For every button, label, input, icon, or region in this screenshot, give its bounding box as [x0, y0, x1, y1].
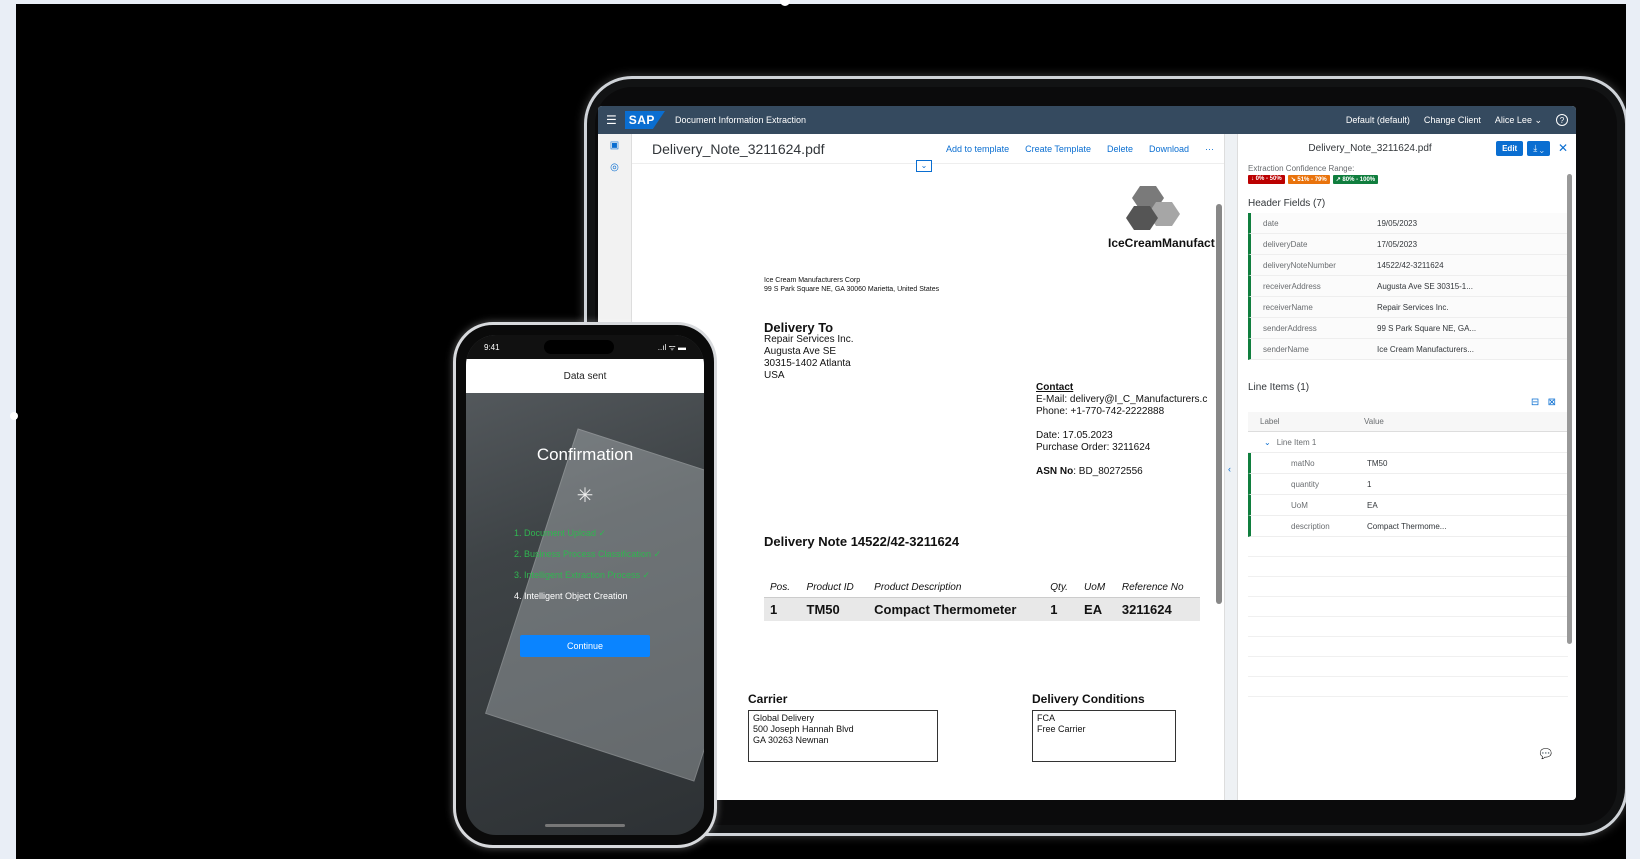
- app-title: Document Information Extraction: [674, 115, 807, 125]
- phone-status-bar: 9:41 ..ıl ᯤ ▬: [466, 335, 704, 359]
- contact-block: Contact E-Mail: delivery@I_C_Manufacture…: [1036, 382, 1208, 417]
- confidence-label: Extraction Confidence Range:: [1248, 164, 1355, 173]
- step-item: 4. Intelligent Object Creation: [514, 591, 628, 601]
- more-actions-button[interactable]: ···: [1205, 144, 1214, 154]
- contact-heading: Contact: [1036, 382, 1074, 393]
- home-indicator: [545, 824, 625, 827]
- process-steps: 1. Document Upload ✓ 2. Business Process…: [514, 523, 661, 607]
- header-field-row[interactable]: receiverName Repair Services Inc.: [1248, 297, 1568, 318]
- add-row-icon[interactable]: ⊟: [1531, 397, 1539, 408]
- sap-logo[interactable]: SAP: [624, 111, 665, 129]
- table-row: 1 TM50 Compact Thermometer 1 EA 3211624: [764, 597, 1200, 621]
- loading-spinner-icon: ✳: [576, 485, 594, 507]
- date-block: Date: 17.05.2023 Purchase Order: 3211624: [1036, 430, 1151, 453]
- pane-splitter[interactable]: ‹: [1224, 134, 1238, 800]
- chevron-left-icon[interactable]: ‹: [1228, 464, 1231, 474]
- details-scrollbar[interactable]: [1567, 174, 1572, 644]
- change-client-link[interactable]: Change Client: [1424, 115, 1481, 125]
- user-menu[interactable]: Alice Lee ⌄: [1495, 115, 1542, 126]
- company-logo: [1126, 186, 1180, 230]
- schemas-nav-icon[interactable]: ◎: [608, 162, 622, 176]
- delivery-note-title: Delivery Note 14522/42-3211624: [764, 534, 960, 549]
- phone-header: Data sent: [466, 359, 704, 393]
- header-field-row[interactable]: deliveryNoteNumber 14522/42-3211624: [1248, 255, 1568, 276]
- confirmation-title: Confirmation: [536, 445, 634, 464]
- delete-link[interactable]: Delete: [1107, 144, 1133, 154]
- header-field-row[interactable]: receiverAddress Augusta Ave SE 30315-1...: [1248, 276, 1568, 297]
- header-field-row[interactable]: date 19/05/2023: [1248, 213, 1568, 234]
- document-file-name: Delivery_Note_3211624.pdf: [652, 140, 825, 157]
- company-name: IceCreamManufact: [1108, 236, 1215, 250]
- asn-number: ASN No: BD_80272556: [1036, 466, 1143, 477]
- download-menu-button[interactable]: ⤓ ⌄: [1527, 140, 1550, 156]
- edit-button[interactable]: Edit: [1496, 140, 1524, 156]
- add-to-template-link[interactable]: Add to template: [946, 144, 1009, 154]
- menu-icon[interactable]: ☰: [606, 113, 617, 127]
- delivery-to-heading: Delivery To: [764, 320, 834, 335]
- carrier-block: Carrier Global Delivery 500 Joseph Hanna…: [748, 692, 938, 762]
- tenant-label[interactable]: Default (default): [1346, 115, 1410, 125]
- confidence-medium-badge: ↘ 51% - 79%: [1287, 175, 1330, 184]
- step-item: 1. Document Upload ✓: [514, 528, 607, 538]
- header-fields-list: date 19/05/2023 deliveryDate 17/05/2023 de…: [1248, 213, 1568, 360]
- help-icon[interactable]: ?: [1556, 114, 1568, 126]
- sender-address: Ice Cream Manufacturers Corp 99 S Park S…: [764, 277, 940, 293]
- details-title: Delivery_Note_3211624.pdf: [1308, 142, 1432, 154]
- line-items-header: Label Value: [1248, 412, 1568, 432]
- side-dot: [10, 412, 18, 420]
- user-name: Alice Lee: [1494, 114, 1532, 125]
- document-scrollbar[interactable]: [1216, 204, 1222, 604]
- details-header: Delivery_Note_3211624.pdf Edit ⤓ ⌄ ✕: [1248, 134, 1568, 162]
- phone-frame: 9:41 ..ıl ᯤ ▬ Data sent Confirmation ✳ 1…: [453, 322, 717, 848]
- confidence-high-badge: ↗ 80% - 100%: [1332, 175, 1379, 184]
- continue-button[interactable]: Continue: [520, 635, 650, 657]
- close-icon[interactable]: ✕: [1558, 141, 1568, 155]
- line-items-title: Line Items (1): [1248, 382, 1310, 393]
- pdf-page: IceCreamManufact Ice Cream Manufacturers…: [648, 164, 1215, 800]
- header-field-row[interactable]: senderName Ice Cream Manufacturers...: [1248, 339, 1568, 360]
- line-item-row[interactable]: quantity 1: [1248, 474, 1568, 495]
- line-item-group-row[interactable]: ⌄ Line Item 1: [1248, 432, 1568, 453]
- line-item-row[interactable]: description Compact Thermome...: [1248, 516, 1568, 537]
- download-link[interactable]: Download: [1149, 144, 1189, 154]
- header-field-row[interactable]: senderAddress 99 S Park Square NE, GA...: [1248, 318, 1568, 339]
- delivery-to-block: Delivery To Repair Services Inc. Augusta…: [764, 320, 854, 381]
- line-item-row[interactable]: matNo TM50: [1248, 453, 1568, 474]
- header-field-row[interactable]: deliveryDate 17/05/2023: [1248, 234, 1568, 255]
- signal-battery-icon: ..ıl ᯤ ▬: [657, 342, 686, 352]
- feedback-icon[interactable]: 💬: [1540, 749, 1552, 760]
- phone-time: 9:41: [484, 342, 500, 352]
- line-item-row[interactable]: UoM EA: [1248, 495, 1568, 516]
- remove-row-icon[interactable]: ⊠: [1548, 397, 1556, 408]
- header-fields-title: Header Fields (7): [1248, 198, 1326, 209]
- phone-notch: [543, 340, 614, 354]
- documents-nav-icon[interactable]: ▣: [608, 140, 622, 154]
- confidence-low-badge: ↓ 0% - 50%: [1248, 175, 1285, 184]
- document-viewer: Delivery_Note_3211624.pdf Add to templat…: [632, 134, 1224, 800]
- confidence-legend: ↓ 0% - 50% ↘ 51% - 79% ↗ 80% - 100%: [1248, 175, 1568, 184]
- delivery-conditions-block: Delivery Conditions FCA Free Carrier: [1032, 692, 1176, 762]
- shell-bar: ☰ SAP Document Information Extraction De…: [598, 106, 1576, 134]
- chevron-down-icon[interactable]: ⌄: [1264, 438, 1271, 447]
- extraction-details-pane: Delivery_Note_3211624.pdf Edit ⤓ ⌄ ✕ Ext…: [1238, 134, 1576, 800]
- create-template-link[interactable]: Create Template: [1025, 144, 1091, 154]
- items-table: Pos. Product ID Product Description Qty.…: [764, 578, 1200, 621]
- step-item: 2. Business Process Classification ✓: [514, 549, 662, 559]
- line-item-tools: ⊟ ⊠: [1248, 397, 1556, 408]
- tablet-screen: ☰ SAP Document Information Extraction De…: [598, 106, 1576, 800]
- step-item: 3. Intelligent Extraction Process ✓: [514, 570, 651, 580]
- table-header-row: Pos. Product ID Product Description Qty.…: [770, 582, 1184, 593]
- phone-screen: 9:41 ..ıl ᯤ ▬ Data sent Confirmation ✳ 1…: [466, 335, 704, 835]
